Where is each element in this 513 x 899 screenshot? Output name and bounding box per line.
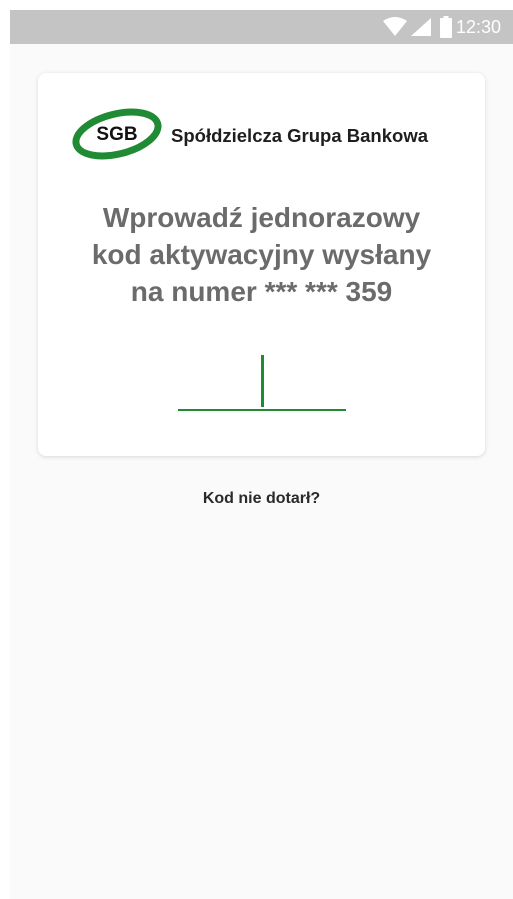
logo-mark-text: SGB: [96, 124, 137, 145]
status-time: 12:30: [455, 16, 501, 37]
prompt-line-3: na numer *** *** 359: [130, 276, 393, 307]
sgb-logo-mark: SGB: [72, 108, 162, 160]
wifi-icon: [382, 17, 408, 37]
status-icons: 12:30: [382, 10, 513, 44]
bank-name: Spółdzielcza Grupa Bankowa: [171, 125, 429, 146]
battery-icon: [439, 16, 452, 38]
status-bar: 12:30: [10, 10, 513, 44]
app-screen: 12:30 SGB Spółdzielcza Grupa Bankowa Wpr…: [10, 10, 513, 899]
resend-code-link[interactable]: Kod nie dotarł?: [10, 490, 513, 508]
bank-logo: SGB Spółdzielcza Grupa Bankowa: [71, 103, 451, 165]
input-underline: [178, 409, 346, 411]
signal-icon: [410, 17, 432, 37]
prompt-line-1: Wprowadź jednorazowy: [102, 202, 421, 233]
activation-code-input[interactable]: [178, 353, 346, 413]
text-caret: [261, 355, 264, 407]
activation-prompt: Wprowadź jednorazowy kod aktywacyjny wys…: [58, 199, 465, 310]
activation-card: SGB Spółdzielcza Grupa Bankowa Wprowadź …: [38, 73, 485, 456]
prompt-line-2: kod aktywacyjny wysłany: [91, 239, 432, 270]
